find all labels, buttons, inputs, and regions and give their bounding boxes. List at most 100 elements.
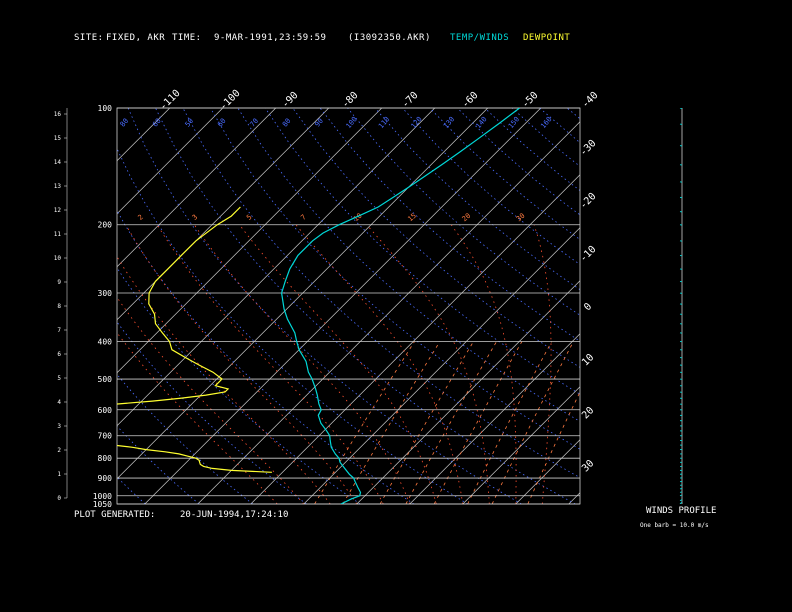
wind-barb-shaft — [679, 371, 682, 373]
height-label: 11 — [54, 231, 62, 238]
isotherm-line — [117, 108, 171, 162]
wind-barb — [679, 254, 682, 257]
dry-adiabat — [117, 373, 253, 504]
wind-barb-shaft — [679, 268, 682, 270]
height-label: 12 — [54, 207, 62, 214]
wind-barb-shaft — [679, 397, 682, 399]
wind-barb-shaft — [679, 430, 682, 432]
mixing-ratio-line — [379, 341, 474, 504]
wind-barb — [679, 164, 682, 166]
top-temp-label: -40 — [580, 90, 601, 111]
mixing-ratio-line — [342, 341, 441, 504]
dry-adiabat-label: 160 — [539, 115, 553, 130]
wind-barb-shaft — [679, 341, 682, 343]
height-label: 15 — [54, 135, 62, 142]
wind-barb — [679, 414, 682, 416]
mixing-ratio-label: 3 — [191, 213, 199, 222]
wind-barb-shaft — [679, 108, 682, 109]
wind-barb — [679, 357, 682, 359]
wind-barb-shaft — [679, 391, 682, 393]
wind-barb — [679, 123, 682, 125]
isotherm-line — [462, 386, 580, 504]
plot-border — [116, 107, 581, 505]
wind-barb — [679, 469, 682, 471]
height-label: 6 — [57, 351, 61, 358]
right-temp-label: 20 — [580, 405, 596, 421]
mixing-ratio-label: 30 — [515, 212, 527, 224]
wind-barb-shaft — [679, 444, 682, 446]
dry-adiabat — [155, 108, 576, 504]
right-temp-label: 0 — [582, 301, 594, 313]
isotherm-line — [144, 108, 542, 504]
barb-scale-note: One barb = 10.0 m/s — [640, 522, 709, 529]
height-label: 1 — [57, 471, 61, 478]
pressure-label: 1050 — [93, 500, 112, 509]
temperature-trace — [280, 108, 520, 504]
dry-adiabat — [429, 108, 580, 241]
wind-barb-shaft — [679, 145, 682, 147]
moist-adiabat — [366, 224, 490, 504]
wind-barb — [679, 461, 682, 463]
pressure-label: 200 — [98, 221, 113, 230]
height-label: 8 — [57, 303, 61, 310]
wind-barb — [679, 332, 682, 334]
dry-adiabat — [594, 108, 792, 504]
isotherm-line — [409, 333, 580, 504]
dry-adiabat — [457, 108, 580, 216]
wind-barb — [679, 465, 682, 467]
dry-adiabat — [237, 108, 580, 422]
dry-adiabat-label: 60 — [216, 117, 228, 129]
isotherm-line — [0, 108, 64, 504]
wind-barb-shaft — [679, 385, 682, 387]
isotherm-line — [197, 121, 580, 504]
wind-barb-shaft — [679, 164, 682, 166]
moist-adiabat — [117, 331, 278, 504]
moist-adiabat — [450, 224, 517, 504]
wind-barb — [679, 477, 682, 479]
wind-barb — [679, 420, 682, 422]
pressure-label: 500 — [98, 375, 113, 384]
winds-profile-title: WINDS PROFILE — [646, 506, 717, 516]
height-label: 3 — [57, 423, 61, 430]
dry-adiabat — [117, 321, 307, 504]
wind-barb — [679, 313, 682, 315]
wind-barb — [679, 211, 682, 213]
wind-barb-shaft — [679, 240, 682, 242]
top-temp-label: -90 — [280, 90, 301, 111]
dry-adiabat — [622, 108, 792, 504]
right-temp-label: -20 — [578, 191, 599, 212]
dry-adiabat — [402, 108, 580, 265]
right-temp-label: -30 — [578, 138, 599, 159]
isotherm-line — [675, 108, 792, 504]
wind-barb — [679, 341, 682, 343]
top-temp-label: -60 — [460, 90, 481, 111]
wind-barb-shaft — [679, 211, 682, 213]
wind-barb — [679, 449, 682, 451]
wind-barb — [679, 108, 682, 109]
wind-barb — [679, 280, 682, 283]
wind-barb-shaft — [679, 449, 682, 451]
wind-barb — [679, 349, 682, 351]
winds-profile-panel — [679, 108, 683, 504]
mixing-ratio-label: 20 — [461, 212, 473, 224]
wind-barb-shaft — [679, 292, 682, 294]
mixing-ratio-label: 7 — [299, 213, 307, 222]
wind-barb — [679, 403, 682, 405]
dry-adiabat-label: 50 — [184, 117, 196, 129]
height-label: 7 — [57, 327, 61, 334]
pressure-label: 400 — [98, 337, 113, 346]
wind-barb — [679, 499, 682, 502]
top-temp-label: -50 — [520, 90, 541, 111]
pressure-label: 600 — [98, 406, 113, 415]
right-temp-label: 10 — [580, 352, 596, 368]
wind-barb — [679, 196, 682, 199]
skew-t-chart: 1002003004005006007008009001000105001234… — [0, 88, 792, 509]
height-label: 14 — [54, 159, 62, 166]
wind-barb-shaft — [679, 357, 682, 359]
isotherm-line — [117, 108, 489, 480]
wind-barb — [679, 364, 682, 366]
wind-barb-shaft — [679, 473, 682, 475]
wind-barb-shaft — [679, 224, 682, 226]
dry-adiabat — [566, 108, 580, 120]
isotherm-line — [515, 439, 580, 504]
